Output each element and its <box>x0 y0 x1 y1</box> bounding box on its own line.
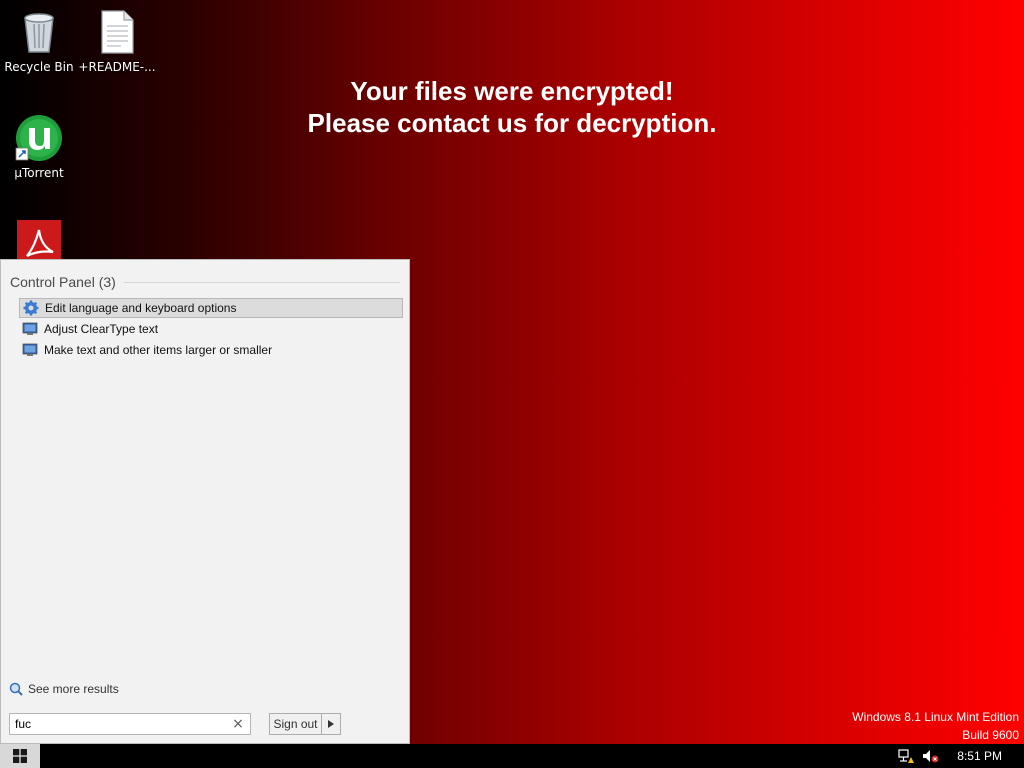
sign-out-button[interactable]: Sign out <box>269 713 341 735</box>
search-result-text-size[interactable]: Make text and other items larger or smal… <box>19 340 403 360</box>
desktop-icon-label: +README-... <box>78 60 156 74</box>
taskbar-clock[interactable]: 8:51 PM <box>957 749 1002 763</box>
recycle-bin-icon <box>15 8 63 56</box>
windows-logo-icon <box>13 749 27 763</box>
desktop-icon-label: µTorrent <box>14 166 64 180</box>
search-result-edit-language[interactable]: Edit language and keyboard options <box>19 298 403 318</box>
text-document-icon <box>93 8 141 56</box>
desktop-icon-label: Recycle Bin <box>4 60 74 74</box>
ransom-message-line1: Your files were encrypted! <box>350 76 674 106</box>
search-result-cleartype[interactable]: Adjust ClearType text <box>19 319 403 339</box>
start-search-input[interactable]: fuc <box>9 713 251 735</box>
search-result-label: Make text and other items larger or smal… <box>44 343 273 357</box>
clear-search-icon[interactable]: × <box>231 716 245 732</box>
volume-muted-icon[interactable] <box>921 744 939 768</box>
search-result-label: Edit language and keyboard options <box>45 301 237 315</box>
taskbar: 8:51 PM <box>0 744 1024 768</box>
gear-icon <box>23 300 39 316</box>
windows-edition-watermark: Windows 8.1 Linux Mint Edition <box>852 710 1019 724</box>
see-more-label: See more results <box>28 682 119 696</box>
see-more-results-link[interactable]: See more results <box>9 682 119 696</box>
power-options-arrow-icon[interactable] <box>322 714 340 734</box>
windows-build-watermark: Build 9600 <box>962 728 1019 742</box>
monitor-icon <box>22 321 38 337</box>
divider <box>123 281 400 283</box>
ransom-message-line2: Please contact us for decryption. <box>307 108 717 138</box>
desktop-icon-readme[interactable]: +README-... <box>77 8 157 74</box>
search-icon <box>9 682 23 696</box>
start-menu: Control Panel (3) Edit language and keyb… <box>0 259 410 744</box>
start-button[interactable] <box>0 744 40 768</box>
search-group-header: Control Panel (3) <box>10 274 400 290</box>
sign-out-label: Sign out <box>270 714 322 734</box>
network-tray-icon[interactable] <box>897 744 915 768</box>
desktop-icon-recycle-bin[interactable]: Recycle Bin <box>0 8 79 74</box>
monitor-icon <box>22 342 38 358</box>
group-title: Control Panel (3) <box>10 274 116 290</box>
search-result-label: Adjust ClearType text <box>44 322 159 336</box>
